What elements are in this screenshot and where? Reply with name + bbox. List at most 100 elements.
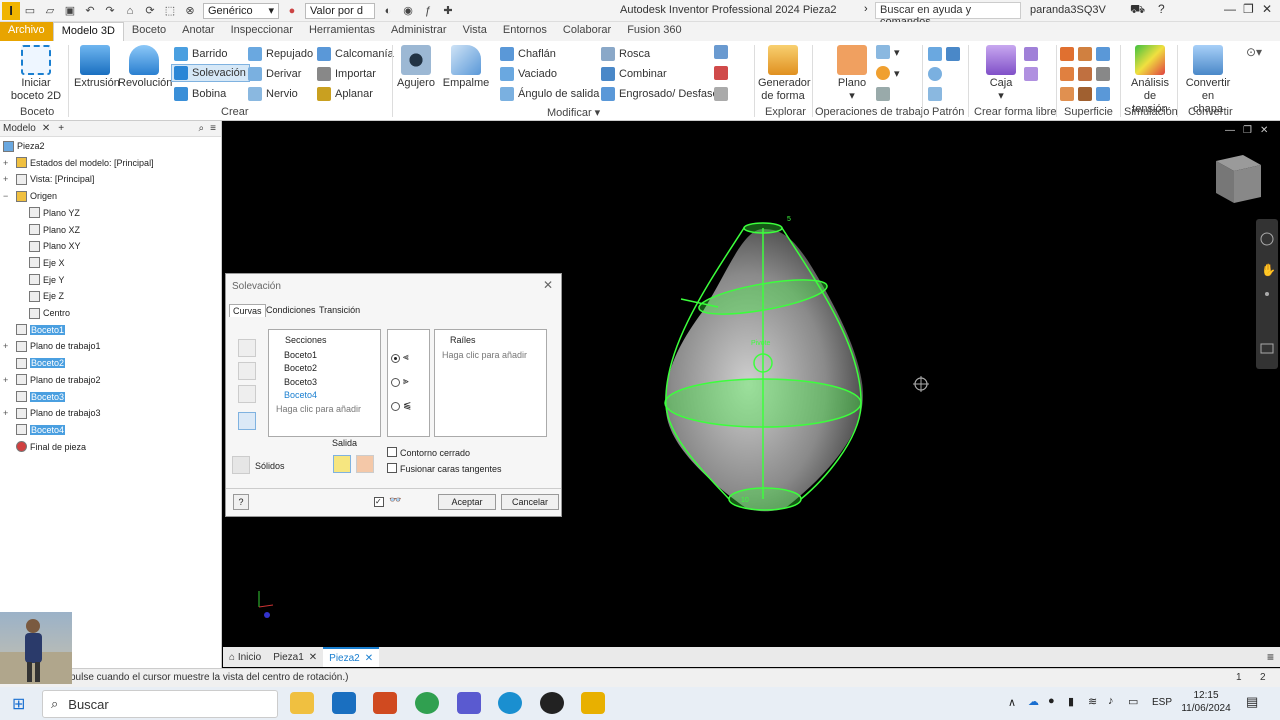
home-icon[interactable]: ⌂ (123, 4, 137, 18)
tree-item[interactable]: Plano YZ (29, 205, 80, 221)
bobina-button[interactable]: Bobina (174, 85, 226, 103)
expand-toggle-icon[interactable]: − (3, 191, 8, 201)
tree-item[interactable]: Boceto4 (16, 422, 66, 438)
loft-body[interactable] (665, 229, 863, 512)
powerpoint-icon[interactable] (373, 692, 397, 714)
agujero-button[interactable]: Agujero (396, 45, 436, 90)
tree-item[interactable]: + Plano de trabajo2 (3, 372, 101, 388)
battery-level-icon[interactable]: ▭ (1128, 695, 1138, 708)
tab-curvas[interactable]: Curvas (229, 304, 266, 317)
ribbon-options-icon[interactable]: ⊙▾ (1246, 45, 1262, 59)
close-icon[interactable]: ✕ (365, 653, 373, 664)
teams-icon[interactable] (457, 692, 481, 714)
tree-item[interactable]: + Vista: [Principal] (3, 171, 94, 187)
rect-pattern-button[interactable] (928, 45, 964, 63)
revolucion-button[interactable]: Revolución (118, 45, 172, 90)
tab-archivo[interactable]: Archivo (0, 22, 53, 41)
surface-tools-3[interactable] (1060, 85, 1114, 103)
media-player-icon[interactable] (540, 692, 564, 714)
material-select[interactable]: Genérico ▾ (203, 2, 279, 19)
redo-icon[interactable]: ↷ (103, 4, 117, 18)
tray-chevron-icon[interactable]: ∧ (1008, 696, 1016, 709)
rails-add[interactable]: Haga clic para añadir (442, 350, 527, 360)
dialog-close-button[interactable]: ✕ (543, 278, 553, 292)
tree-item[interactable]: + Plano de trabajo3 (3, 405, 101, 421)
cart-icon[interactable]: ⛟ (1130, 2, 1145, 18)
tree-item[interactable]: Eje Y (29, 272, 64, 288)
caja-button[interactable]: Caja ▾ (983, 45, 1019, 103)
navigation-bar[interactable]: ✋ (1256, 219, 1278, 369)
output-solid-button[interactable] (333, 455, 351, 473)
new-file-icon[interactable]: ▭ (23, 4, 37, 18)
repujado-button[interactable]: Repujado (248, 45, 313, 63)
plano-button[interactable]: Plano ▾ (834, 45, 870, 103)
extrusion-button[interactable]: Extrusión (74, 45, 120, 90)
doctab-pieza2[interactable]: Pieza2 ✕ (323, 647, 380, 667)
expand-toggle-icon[interactable]: + (3, 174, 8, 184)
save-icon[interactable]: ▣ (63, 4, 77, 18)
inventor-taskbar-icon[interactable] (581, 692, 605, 714)
start-sketch-button[interactable]: Iniciar boceto 2D (8, 45, 64, 103)
mic-icon[interactable]: ● (1048, 695, 1055, 707)
nervio-button[interactable]: Nervio (248, 85, 298, 103)
taskbar-search[interactable]: ⌕ Buscar (42, 690, 278, 718)
merge-tangent-checkbox[interactable] (387, 463, 397, 473)
tab-fusion-360[interactable]: Fusion 360 (619, 22, 689, 41)
remove-button[interactable] (238, 385, 256, 403)
outlook-icon[interactable] (332, 692, 356, 714)
aplanar-button[interactable]: Aplanar (317, 85, 373, 103)
volume-icon[interactable]: ♪ (1108, 695, 1114, 707)
angulo-salida-button[interactable]: Ángulo de salida (500, 85, 599, 103)
circ-pattern-button[interactable] (928, 65, 946, 83)
help-icon[interactable]: ? (1158, 2, 1165, 16)
derivar-button[interactable]: Derivar (248, 65, 301, 83)
tab-administrar[interactable]: Administrar (383, 22, 455, 41)
panel-label-modificar[interactable]: Modificar ▾ (547, 106, 600, 119)
doctab-pieza1[interactable]: Pieza1 ✕ (267, 647, 323, 667)
tree-item[interactable]: − Origen (3, 188, 57, 204)
select-icon[interactable]: ⬚ (163, 4, 177, 18)
clear-appearance-icon[interactable]: ◐ (381, 4, 395, 18)
section-item[interactable]: Boceto3 (284, 377, 317, 387)
doctab-inicio[interactable]: ⌂ Inicio (223, 647, 267, 667)
chrome-icon[interactable] (415, 692, 439, 714)
axis-button[interactable]: ▾ (876, 43, 900, 61)
rails-list[interactable]: Raíles Haga clic para añadir (434, 329, 547, 437)
onedrive-icon[interactable]: ☁ (1028, 695, 1039, 708)
measure-icon[interactable]: ⊗ (183, 4, 197, 18)
help-button[interactable]: ? (233, 494, 249, 510)
tab-entornos[interactable]: Entornos (495, 22, 555, 41)
expand-toggle-icon[interactable]: + (3, 158, 8, 168)
delete-face-button[interactable] (714, 85, 732, 103)
direct-edit-button[interactable] (714, 64, 732, 82)
importar-button[interactable]: Importar (317, 65, 376, 83)
restore-button[interactable]: ❐ (1243, 2, 1254, 16)
file-explorer-icon[interactable] (290, 692, 314, 714)
area-loft-radio[interactable] (391, 402, 400, 411)
freeform-face-button[interactable] (1024, 45, 1042, 63)
output-surface-button[interactable] (356, 455, 374, 473)
close-icon[interactable]: ✕ (309, 652, 317, 663)
section-item[interactable]: Boceto1 (284, 350, 317, 360)
tree-item[interactable]: + Plano de trabajo1 (3, 338, 101, 354)
preview-checkbox[interactable]: ✓ (374, 497, 384, 507)
sections-list[interactable]: Secciones Boceto1 Boceto2 Boceto3 Boceto… (268, 329, 381, 437)
notifications-icon[interactable]: ▤ (1246, 694, 1258, 710)
tree-item[interactable]: Boceto1 (16, 322, 66, 338)
freeform-convert-button[interactable] (1024, 65, 1042, 83)
tab-boceto[interactable]: Boceto (124, 22, 174, 41)
edge-icon[interactable] (498, 692, 522, 714)
closed-loop-checkbox[interactable] (387, 447, 397, 457)
centerline-radio[interactable] (391, 378, 400, 387)
barrido-button[interactable]: Barrido (174, 45, 227, 63)
section-item[interactable]: Boceto2 (284, 363, 317, 373)
add-tab-icon[interactable]: + (58, 123, 64, 134)
language-indicator[interactable]: ESP (1152, 697, 1172, 708)
tab-colaborar[interactable]: Colaborar (555, 22, 619, 41)
solevacion-button[interactable]: Solevación (171, 64, 250, 82)
tree-item[interactable]: Plano XY (29, 238, 81, 254)
search-icon[interactable]: ⌕ (199, 123, 205, 134)
select-point-button[interactable] (238, 412, 256, 430)
tree-item[interactable]: Plano XZ (29, 222, 80, 238)
move-down-button[interactable] (238, 362, 256, 380)
